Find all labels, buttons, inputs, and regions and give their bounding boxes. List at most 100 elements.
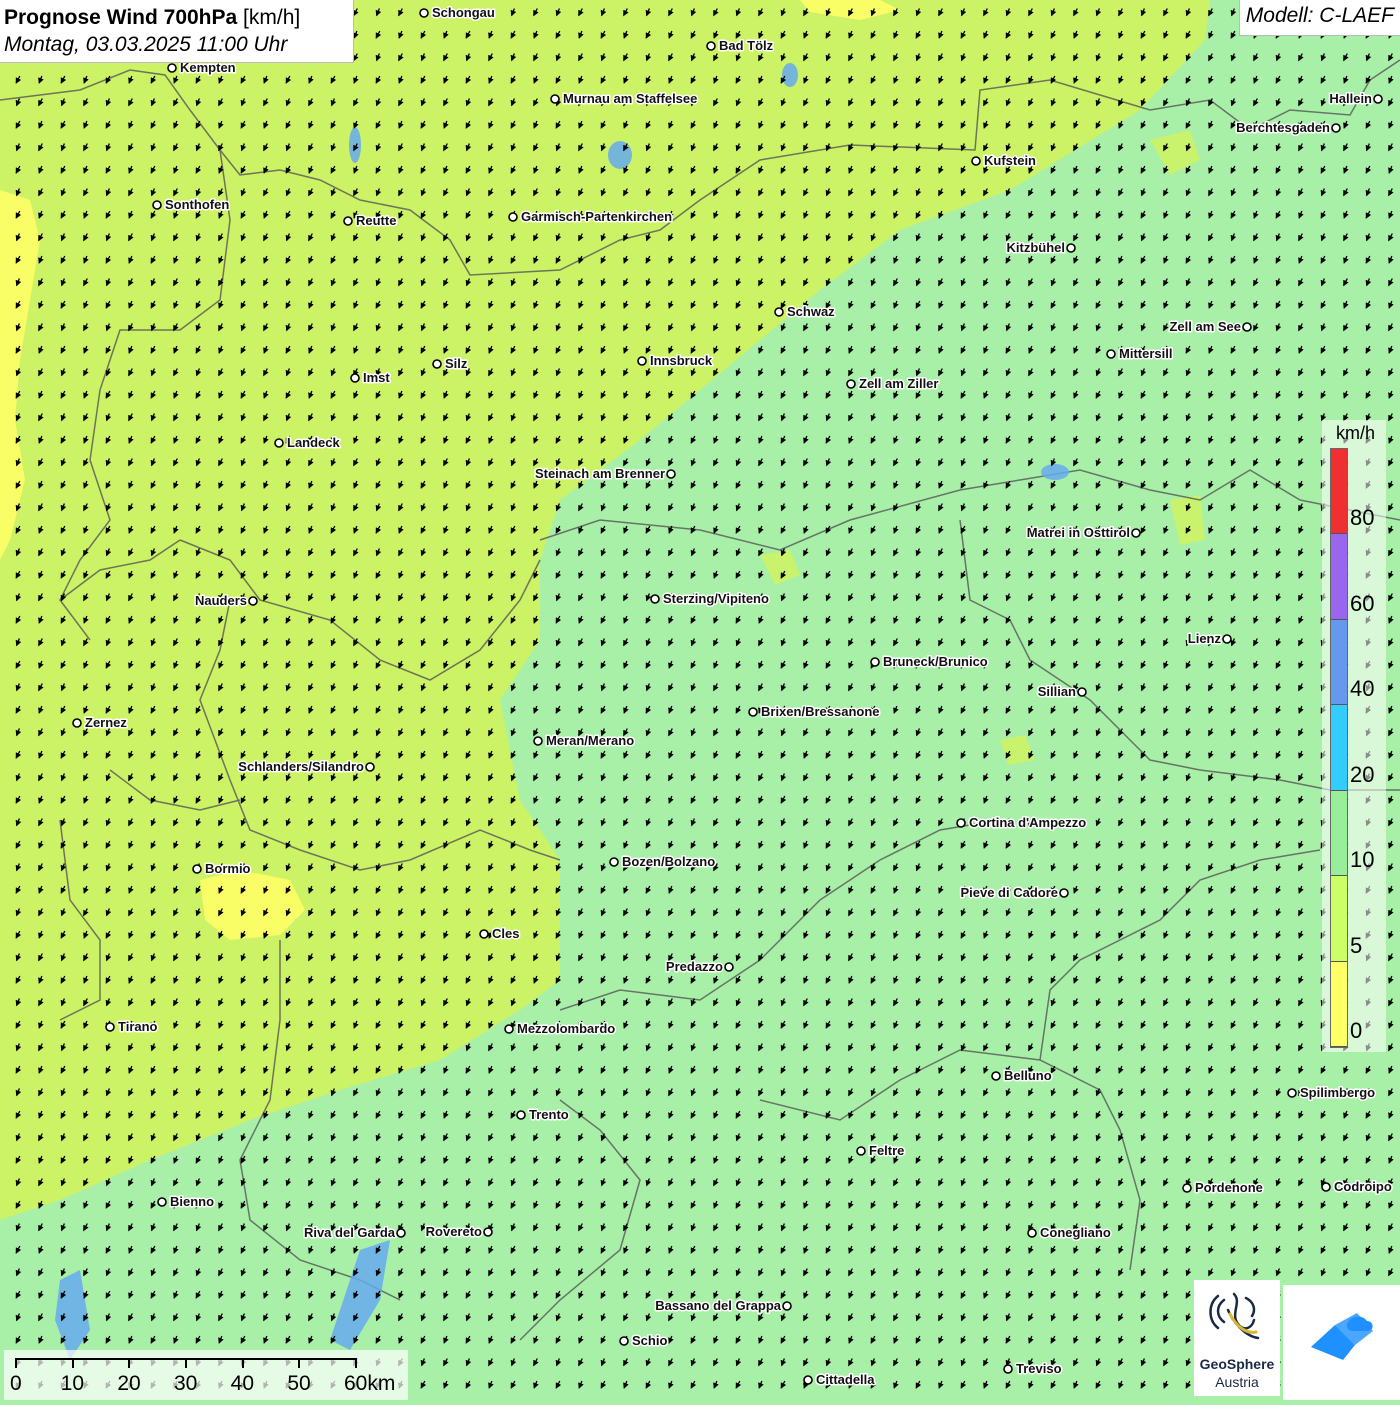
legend-tick-label: 80 xyxy=(1350,505,1375,531)
city-dot xyxy=(1077,687,1087,697)
city-marker[interactable]: Brixen/Bressanone xyxy=(748,703,881,721)
city-label: Reutte xyxy=(356,213,396,228)
city-label: Feltre xyxy=(869,1143,904,1158)
city-dot xyxy=(1182,1183,1192,1193)
city-marker[interactable]: Sonthofen xyxy=(152,196,231,214)
legend-color-step xyxy=(1331,705,1347,791)
city-marker[interactable]: Berchtesgaden xyxy=(1235,119,1341,137)
city-marker[interactable]: Kitzbühel xyxy=(1005,239,1076,257)
city-dot xyxy=(350,373,360,383)
city-dot xyxy=(666,469,676,479)
city-marker[interactable]: Mezzolombardo xyxy=(504,1020,617,1038)
city-dot xyxy=(432,359,442,369)
city-marker[interactable]: Riva del Garda xyxy=(302,1224,406,1242)
city-label: Conegliano xyxy=(1040,1225,1111,1240)
city-marker[interactable]: Meran/Merano xyxy=(533,732,636,750)
city-label: Hallein xyxy=(1329,91,1372,106)
city-dot xyxy=(1059,888,1069,898)
city-dot xyxy=(516,1110,526,1120)
city-label: Spilimbergo xyxy=(1300,1085,1375,1100)
city-marker[interactable]: Zell am Ziller xyxy=(846,375,940,393)
city-marker[interactable]: Predazzo xyxy=(664,958,734,976)
city-label: Kufstein xyxy=(984,153,1036,168)
city-marker[interactable]: Zell am See xyxy=(1168,318,1252,336)
city-marker[interactable]: Sterzing/Vipiteno xyxy=(650,590,770,608)
city-marker[interactable]: Steinach am Brenner xyxy=(533,465,676,483)
city-dot xyxy=(72,718,82,728)
city-marker[interactable]: Conegliano xyxy=(1027,1224,1112,1242)
city-marker[interactable]: Bozen/Bolzano xyxy=(609,853,717,871)
legend-tick-label: 0 xyxy=(1350,1018,1363,1043)
city-label: Bienno xyxy=(170,1194,214,1209)
city-label: Sonthofen xyxy=(165,197,229,212)
city-label: Sillian xyxy=(1038,684,1076,699)
city-label: Schlanders/Silandro xyxy=(238,759,364,774)
legend-color-step xyxy=(1331,449,1347,535)
city-dot xyxy=(365,762,375,772)
city-marker[interactable]: Bassano del Grappa xyxy=(654,1297,792,1315)
city-dot xyxy=(1003,1364,1013,1374)
city-dot xyxy=(1242,322,1252,332)
city-marker[interactable]: Pordenone xyxy=(1182,1179,1264,1197)
scale-label: 50 xyxy=(287,1372,311,1395)
city-marker[interactable]: Pieve di Cadore xyxy=(959,884,1069,902)
title-box: Prognose Wind 700hPa [km/h] Montag, 03.0… xyxy=(0,0,354,63)
legend-tick-label: 5 xyxy=(1350,932,1363,958)
legend-color-step xyxy=(1331,876,1347,962)
city-marker[interactable]: Schlanders/Silandro xyxy=(237,758,375,776)
city-dot xyxy=(508,212,518,222)
city-dot xyxy=(991,1071,1001,1081)
city-label: Bassano del Grappa xyxy=(655,1298,781,1313)
city-marker[interactable]: Schongau xyxy=(419,4,496,22)
legend-color-step xyxy=(1331,534,1347,620)
city-label: Schongau xyxy=(432,5,495,20)
scale-tick xyxy=(15,1358,17,1368)
scale-label: 60km xyxy=(344,1372,396,1395)
city-marker[interactable]: Garmisch-Partenkirchen xyxy=(508,208,674,226)
legend-color-step xyxy=(1331,790,1347,877)
city-marker[interactable]: Cortina d'Ampezzo xyxy=(956,814,1088,832)
city-label: Meran/Merano xyxy=(546,733,634,748)
wind-map[interactable]: SchongauBad TölzKemptenMurnau am Staffel… xyxy=(0,0,1400,1400)
legend-color-bar xyxy=(1330,448,1348,1048)
city-label: Steinach am Brenner xyxy=(535,466,665,481)
city-label: Matrei in Osttirol xyxy=(1027,525,1130,540)
city-marker[interactable]: Murnau am Staffelsee xyxy=(550,90,699,108)
forecast-time: Montag, 03.03.2025 11:00 Uhr xyxy=(4,33,288,56)
city-label: Pieve di Cadore xyxy=(960,885,1058,900)
scale-label: 20 xyxy=(117,1372,141,1395)
city-label: Silz xyxy=(445,356,468,371)
geosphere-emblem-icon xyxy=(1209,1292,1260,1340)
city-label: Landeck xyxy=(287,435,341,450)
legend-tick-label: 60 xyxy=(1350,590,1375,616)
city-label: Bad Tölz xyxy=(719,38,774,53)
city-dot xyxy=(105,1022,115,1032)
city-dot xyxy=(803,1375,813,1385)
city-label: Bozen/Bolzano xyxy=(622,854,715,869)
city-marker[interactable]: Innsbruck xyxy=(637,352,714,370)
city-dot xyxy=(1321,1182,1331,1192)
legend-unit: km/h xyxy=(1336,423,1376,443)
city-dot xyxy=(419,8,429,18)
city-label: Pordenone xyxy=(1195,1180,1263,1195)
map-title: Prognose Wind 700hPa [km/h] xyxy=(4,4,349,32)
geosphere-logo[interactable]: GeoSphere Austria xyxy=(1194,1280,1280,1396)
scale-tick xyxy=(298,1358,301,1368)
scale-tick xyxy=(355,1358,357,1368)
city-dot xyxy=(724,962,734,972)
city-label: Zell am See xyxy=(1169,319,1241,334)
legend-tick-label: 10 xyxy=(1350,847,1375,873)
city-label: Belluno xyxy=(1004,1068,1052,1083)
legend-tick-label: 20 xyxy=(1350,761,1375,787)
model-label: Modell: C-LAEF xyxy=(1238,0,1400,36)
city-dot xyxy=(619,1336,629,1346)
city-marker[interactable]: Spilimbergo xyxy=(1287,1084,1377,1102)
city-marker[interactable]: Matrei in Osttirol xyxy=(1025,524,1141,542)
city-label: Bruneck/Brunico xyxy=(883,654,988,669)
city-dot xyxy=(782,1301,792,1311)
city-marker[interactable]: Bruneck/Brunico xyxy=(870,653,989,671)
app-logo[interactable] xyxy=(1283,1285,1400,1400)
city-dot xyxy=(971,156,981,166)
city-dot xyxy=(1373,94,1383,104)
city-label: Cittadella xyxy=(816,1372,875,1387)
